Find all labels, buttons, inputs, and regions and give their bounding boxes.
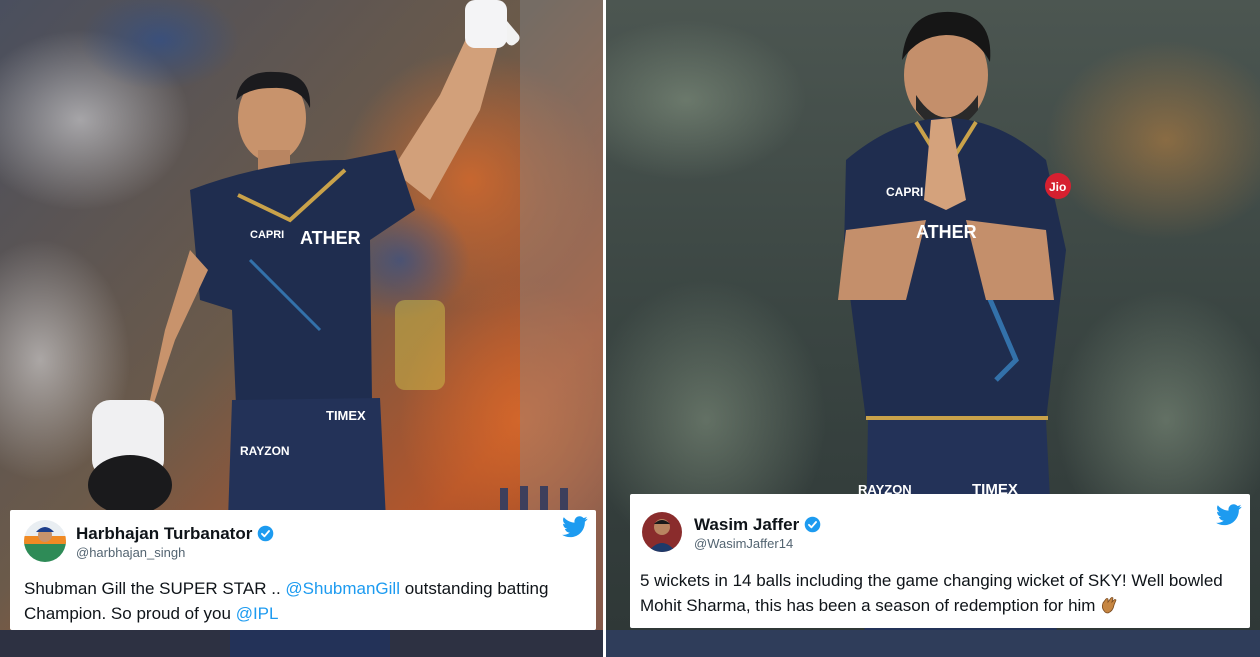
jersey-sleeve-text: RAYZON — [240, 444, 290, 458]
mention-link[interactable]: @IPL — [236, 604, 279, 623]
tweet-card-wasim[interactable]: Wasim Jaffer @WasimJaffer14 5 wickets in… — [630, 494, 1250, 628]
twitter-bird-icon[interactable] — [562, 516, 588, 538]
jersey-sponsor-text: ATHER — [916, 222, 977, 242]
jio-badge-text: Jio — [1049, 180, 1066, 194]
clapping-hands-icon — [1102, 597, 1117, 614]
verified-badge-icon — [258, 525, 274, 542]
avatar[interactable] — [642, 512, 682, 552]
mention-link[interactable]: @ShubmanGill — [285, 579, 400, 598]
avatar-image — [642, 512, 682, 552]
display-name[interactable]: Harbhajan Turbanator — [76, 524, 274, 544]
user-handle[interactable]: @harbhajan_singh — [76, 545, 185, 560]
tweet-card-harbhajan[interactable]: Harbhajan Turbanator @harbhajan_singh Sh… — [10, 510, 596, 630]
user-handle[interactable]: @WasimJaffer14 — [694, 536, 793, 551]
shorts-sponsor-text: TIMEX — [326, 408, 366, 423]
tweet-text: 5 wickets in 14 balls including the game… — [640, 571, 1223, 615]
avatar[interactable] — [24, 520, 66, 562]
tweet-text: Shubman Gill the SUPER STAR .. @ShubmanG… — [24, 579, 549, 623]
jersey-sponsor-text: ATHER — [300, 228, 361, 248]
verified-badge-icon — [804, 516, 821, 533]
display-name[interactable]: Wasim Jaffer — [694, 515, 821, 535]
jersey-chest-text: CAPRI — [886, 185, 923, 199]
twitter-bird-icon[interactable] — [1216, 504, 1242, 526]
avatar-image — [24, 520, 66, 562]
jersey-chest-text: CAPRI — [250, 229, 284, 241]
